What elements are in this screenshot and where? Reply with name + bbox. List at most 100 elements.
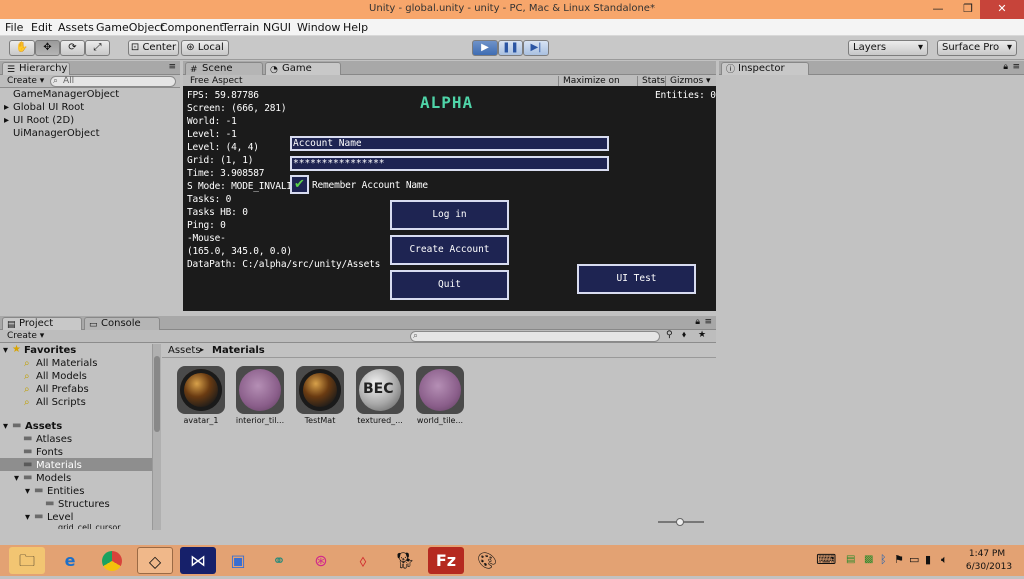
internet-explorer-icon[interactable]: e — [52, 547, 88, 574]
chrome-icon[interactable] — [94, 547, 130, 574]
password-field[interactable]: **************** — [290, 156, 609, 171]
filter-by-label-icon[interactable]: ⬧ — [682, 330, 686, 340]
panel-menu-icon[interactable]: ≡ — [704, 317, 712, 327]
close-button[interactable]: ✕ — [980, 0, 1024, 19]
space-toggle[interactable]: ⊛ Local — [181, 40, 229, 56]
panel-menu-icon[interactable]: ≡ — [1012, 62, 1020, 72]
unity-icon[interactable]: ◇ — [137, 547, 173, 574]
folder-item[interactable]: grid_cell_cursor — [58, 523, 121, 529]
folder-item[interactable]: Atlases — [36, 434, 72, 445]
menu-edit[interactable]: Edit — [31, 21, 52, 34]
panel-menu-icon[interactable]: ≡ — [168, 62, 176, 72]
pause-button[interactable]: ❚❚ — [498, 40, 523, 56]
create-account-button[interactable]: Create Account — [390, 235, 509, 265]
lock-icon[interactable]: 🔒︎ — [695, 317, 700, 327]
layout-dropdown[interactable]: Surface Pro ▾ — [937, 40, 1017, 56]
material-thumbnail[interactable] — [177, 366, 225, 414]
ui-test-button[interactable]: UI Test — [577, 264, 696, 294]
hierarchy-item[interactable]: UiManagerObject — [13, 128, 100, 139]
lock-icon[interactable]: 🔒︎ — [1003, 62, 1008, 72]
menu-window[interactable]: Window — [297, 21, 340, 34]
volume-icon[interactable]: 🔈︎ — [941, 553, 948, 567]
network-icon[interactable]: ▮ — [925, 553, 931, 566]
hand-tool-button[interactable]: ✋ — [9, 40, 35, 56]
collapse-arrow-icon[interactable]: ▾ — [25, 512, 30, 523]
filezilla-icon[interactable]: Fz — [428, 547, 464, 574]
hierarchy-item[interactable]: Global UI Root — [13, 102, 84, 113]
expand-arrow-icon[interactable]: ▸ — [4, 102, 9, 113]
thumbnail-size-slider[interactable] — [658, 518, 704, 526]
app-icon[interactable]: ⊛ — [303, 547, 339, 574]
visual-studio-icon[interactable]: ⋈ — [180, 547, 216, 574]
menu-file[interactable]: File — [5, 21, 23, 34]
pivot-toggle[interactable]: ⊡ Center — [128, 40, 179, 56]
tab-console[interactable]: ▭ Console — [84, 317, 160, 330]
menu-component[interactable]: Component — [160, 21, 224, 34]
account-name-field[interactable]: Account Name — [290, 136, 609, 151]
file-explorer-icon[interactable]: 🗀 — [9, 547, 45, 574]
folder-item[interactable]: Models — [36, 473, 71, 484]
project-search-input[interactable]: ⌕ — [410, 331, 660, 342]
menu-assets[interactable]: Assets — [58, 21, 94, 34]
layers-dropdown[interactable]: Layers ▾ — [848, 40, 928, 56]
tab-scene[interactable]: # Scene — [185, 62, 263, 75]
collapse-arrow-icon[interactable]: ▾ — [25, 486, 30, 497]
favorite-item[interactable]: All Prefabs — [36, 384, 89, 395]
favorite-item[interactable]: All Materials — [36, 358, 97, 369]
menu-help[interactable]: Help — [343, 21, 368, 34]
collapse-arrow-icon[interactable]: ▾ — [14, 473, 19, 484]
collapse-arrow-icon[interactable]: ▾ — [3, 421, 8, 432]
hierarchy-item[interactable]: UI Root (2D) — [13, 115, 74, 126]
scale-tool-button[interactable]: ⤢ — [85, 40, 110, 56]
tab-project[interactable]: ▤ Project — [2, 317, 82, 330]
folder-item[interactable]: Entities — [47, 486, 84, 497]
gimp-icon[interactable]: 🐕︎ — [387, 547, 423, 574]
menu-gameobject[interactable]: GameObject — [96, 21, 165, 34]
collapse-arrow-icon[interactable]: ▾ — [3, 345, 8, 356]
breadcrumb-root[interactable]: Assets — [168, 345, 201, 356]
assets-label[interactable]: Assets — [25, 421, 62, 432]
tray-icon[interactable]: ▩ — [864, 554, 873, 565]
play-button[interactable]: ▶ — [472, 40, 498, 56]
project-create-dropdown[interactable]: Create ▾ — [3, 331, 45, 342]
bluetooth-icon[interactable]: ᛒ — [880, 553, 887, 566]
hierarchy-search-input[interactable]: ⌕ All — [50, 76, 176, 87]
menu-ngui[interactable]: NGUI — [263, 21, 291, 34]
virtualbox-icon[interactable]: ▣ — [220, 547, 256, 574]
material-thumbnail[interactable] — [416, 366, 464, 414]
folder-item[interactable]: Structures — [58, 499, 110, 510]
favorite-item[interactable]: All Scripts — [36, 397, 86, 408]
step-button[interactable]: ▶| — [523, 40, 549, 56]
quit-button[interactable]: Quit — [390, 270, 509, 300]
folder-item-selected[interactable]: Materials — [36, 460, 82, 471]
login-button[interactable]: Log in — [390, 200, 509, 230]
move-tool-button[interactable]: ✥ — [35, 40, 60, 56]
scrollbar-thumb[interactable] — [154, 356, 160, 432]
paint-icon[interactable]: 🎨︎ — [469, 547, 505, 574]
expand-arrow-icon[interactable]: ▸ — [4, 115, 9, 126]
minimize-button[interactable]: — — [924, 0, 952, 19]
material-thumbnail[interactable]: BEC — [356, 366, 404, 414]
keyboard-icon[interactable]: ⌨ — [816, 552, 836, 568]
game-view[interactable]: FPS: 59.87786 Screen: (666, 281) World: … — [183, 86, 716, 311]
rotate-tool-button[interactable]: ⟳ — [60, 40, 85, 56]
tab-hierarchy[interactable]: ☰SceneHierarchy — [2, 62, 70, 75]
hierarchy-create-dropdown[interactable]: Create ▾ — [3, 76, 45, 87]
slider-handle[interactable] — [676, 518, 684, 526]
app-icon[interactable]: ⬨ — [345, 547, 381, 574]
tab-inspector[interactable]: ⓘ Inspector — [721, 62, 809, 75]
material-thumbnail[interactable] — [236, 366, 284, 414]
restore-button[interactable]: ❐ — [954, 0, 982, 19]
tray-icon[interactable]: ▤ — [846, 554, 855, 565]
flag-icon[interactable]: ⚑ — [894, 553, 904, 566]
clock-date[interactable]: 6/30/2013 — [963, 562, 1015, 572]
remember-checkbox[interactable]: ✔ — [290, 175, 309, 194]
tree-scrollbar[interactable] — [152, 344, 161, 530]
favorite-star-icon[interactable]: ★ — [698, 330, 706, 340]
app-icon[interactable]: ⚭ — [261, 547, 297, 574]
favorites-label[interactable]: Favorites — [24, 345, 76, 356]
breadcrumb-current[interactable]: Materials — [212, 345, 265, 356]
clock-time[interactable]: 1:47 PM — [963, 549, 1011, 559]
menu-terrain[interactable]: Terrain — [222, 21, 259, 34]
folder-item[interactable]: Fonts — [36, 447, 63, 458]
